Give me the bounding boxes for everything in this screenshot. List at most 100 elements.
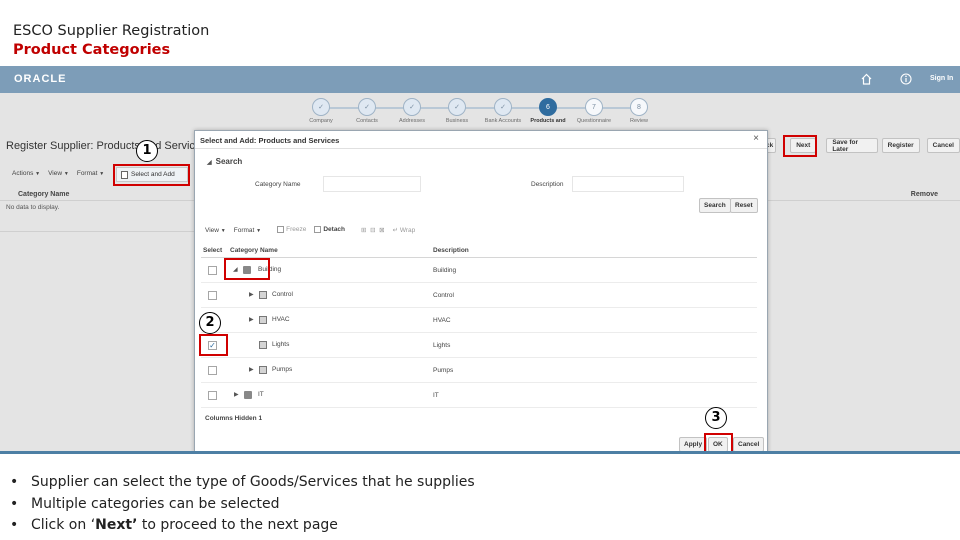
cancel-button[interactable]: Cancel bbox=[926, 138, 960, 153]
category-icon bbox=[259, 316, 267, 324]
view-label: View bbox=[205, 226, 219, 234]
columns-hidden-count: Columns Hidden 1 bbox=[205, 415, 263, 422]
category-description: HVAC bbox=[433, 317, 451, 324]
caret-down-icon: ▼ bbox=[220, 227, 226, 234]
collapsed-triangle-icon[interactable]: ▶ bbox=[249, 366, 254, 373]
folder-icon bbox=[244, 391, 252, 399]
category-description: Pumps bbox=[433, 367, 454, 374]
table-row[interactable]: ✓ Lights Lights bbox=[201, 333, 757, 358]
category-name: IT bbox=[258, 391, 264, 398]
category-name-input[interactable] bbox=[323, 176, 421, 192]
instruction-text: Multiple categories can be selected bbox=[31, 495, 280, 512]
table-row[interactable]: ▶ HVAC HVAC bbox=[201, 308, 757, 333]
instruction-text: Supplier can select the type of Goods/Se… bbox=[31, 474, 475, 490]
category-name-label: Category Name bbox=[255, 181, 301, 188]
home-icon[interactable] bbox=[861, 73, 872, 85]
category-name: HVAC bbox=[272, 316, 290, 323]
table-row[interactable]: ▶ Control Control bbox=[201, 283, 757, 308]
app-screenshot: ORACLE Sign In ✓ Company ✓ Contacts ✓ Ad… bbox=[0, 66, 960, 454]
collapse-triangle-icon: ◢ bbox=[207, 160, 212, 166]
reset-button[interactable]: Reset bbox=[730, 198, 758, 213]
train-step-review[interactable]: 8 Review bbox=[609, 98, 669, 124]
row-select-checkbox[interactable] bbox=[208, 366, 217, 375]
row-select-checkbox[interactable] bbox=[208, 391, 217, 400]
row-select-checkbox[interactable] bbox=[208, 266, 217, 275]
category-icon bbox=[259, 341, 267, 349]
callout-next-button bbox=[783, 135, 817, 157]
category-name: Control bbox=[272, 291, 293, 298]
info-icon[interactable] bbox=[900, 73, 912, 85]
close-icon[interactable]: × bbox=[753, 133, 759, 144]
step-check-icon: ✓ bbox=[448, 98, 466, 116]
caret-down-icon: ▼ bbox=[256, 227, 262, 234]
detach-label: Detach bbox=[323, 226, 346, 234]
table-row[interactable]: ▶ IT IT bbox=[201, 383, 757, 408]
step-check-icon: ✓ bbox=[403, 98, 421, 116]
description-input[interactable] bbox=[572, 176, 684, 192]
view-menu[interactable]: View ▼ bbox=[205, 227, 226, 234]
view-menu[interactable]: View ▼ bbox=[48, 170, 69, 177]
collapsed-triangle-icon[interactable]: ▶ bbox=[249, 316, 254, 323]
wrap-button[interactable]: ↵ Wrap bbox=[393, 226, 416, 234]
step-number: 8 bbox=[630, 98, 648, 116]
step-number: 7 bbox=[585, 98, 603, 116]
wrap-label: Wrap bbox=[399, 227, 416, 234]
dialog-header: Select and Add: Products and Services × bbox=[195, 131, 767, 149]
search-button[interactable]: Search bbox=[699, 198, 731, 213]
category-name-column-header[interactable]: Category Name bbox=[0, 189, 194, 201]
collapsed-triangle-icon[interactable]: ▶ bbox=[234, 391, 239, 398]
register-button[interactable]: Register bbox=[881, 138, 920, 153]
freeze-icon bbox=[277, 226, 285, 234]
format-menu[interactable]: Format ▼ bbox=[234, 227, 261, 234]
step-number: 6 bbox=[539, 98, 557, 116]
products-table-header-right: Remove bbox=[768, 189, 960, 201]
instruction-text-suffix: to proceed to the next page bbox=[137, 517, 338, 533]
table-row[interactable]: ▶ Pumps Pumps bbox=[201, 358, 757, 383]
category-name: Lights bbox=[272, 341, 290, 348]
table-divider bbox=[0, 231, 194, 232]
format-menu[interactable]: Format ▼ bbox=[77, 170, 104, 177]
registration-train: ✓ Company ✓ Contacts ✓ Addresses ✓ Busin… bbox=[300, 96, 670, 130]
category-description: Building bbox=[433, 267, 457, 274]
actions-label: Actions bbox=[12, 170, 34, 177]
caret-down-icon: ▼ bbox=[99, 171, 105, 177]
table-row[interactable]: ◢ Building Building bbox=[201, 258, 757, 283]
screen-bottom-border bbox=[0, 451, 960, 454]
description-column-header[interactable]: Description bbox=[433, 247, 469, 254]
select-column-header: Select bbox=[203, 247, 223, 254]
brand-bar: ORACLE Sign In bbox=[0, 66, 960, 93]
dialog-cancel-button[interactable]: Cancel bbox=[733, 437, 765, 452]
instruction-text-prefix: Click on ‘ bbox=[31, 517, 96, 533]
freeze-button[interactable]: Freeze bbox=[277, 226, 306, 234]
save-for-later-button[interactable]: Save for Later bbox=[826, 138, 878, 153]
format-label: Format bbox=[76, 170, 98, 177]
slide-subtitle: Product Categories bbox=[13, 42, 171, 58]
actions-menu[interactable]: Actions ▼ bbox=[12, 170, 40, 177]
category-name-column-header[interactable]: Category Name bbox=[230, 247, 278, 254]
apply-button[interactable]: Apply bbox=[679, 437, 708, 452]
dialog-title: Select and Add: Products and Services bbox=[200, 136, 340, 145]
select-and-add-dialog: Select and Add: Products and Services × … bbox=[194, 130, 768, 454]
step-check-icon: ✓ bbox=[312, 98, 330, 116]
step-badge-2: 2 bbox=[199, 312, 221, 334]
step-label: Review bbox=[629, 118, 649, 124]
instruction-text-bold: Next’ bbox=[95, 517, 138, 533]
step-badge-1: 1 bbox=[136, 140, 158, 162]
caret-down-icon: ▼ bbox=[35, 171, 41, 177]
view-label: View bbox=[48, 170, 63, 177]
products-table-toolbar: Actions ▼ View ▼ Format ▼ bbox=[12, 170, 104, 177]
collapsed-triangle-icon[interactable]: ▶ bbox=[249, 291, 254, 298]
callout-select-and-add bbox=[113, 164, 190, 186]
category-name: Pumps bbox=[272, 366, 293, 373]
column-icons: ⊞ ⊟ ⊠ bbox=[361, 227, 385, 234]
bullet-icon: • bbox=[10, 474, 19, 490]
detach-icon bbox=[314, 226, 322, 234]
row-select-checkbox[interactable] bbox=[208, 291, 217, 300]
category-description: Control bbox=[433, 292, 454, 299]
bullet-icon: • bbox=[10, 517, 19, 533]
step-check-icon: ✓ bbox=[358, 98, 376, 116]
detach-button[interactable]: Detach bbox=[314, 226, 346, 234]
search-section-header[interactable]: ◢ Search bbox=[207, 157, 242, 166]
sign-in-link[interactable]: Sign In bbox=[930, 75, 953, 82]
category-description: IT bbox=[433, 392, 439, 399]
